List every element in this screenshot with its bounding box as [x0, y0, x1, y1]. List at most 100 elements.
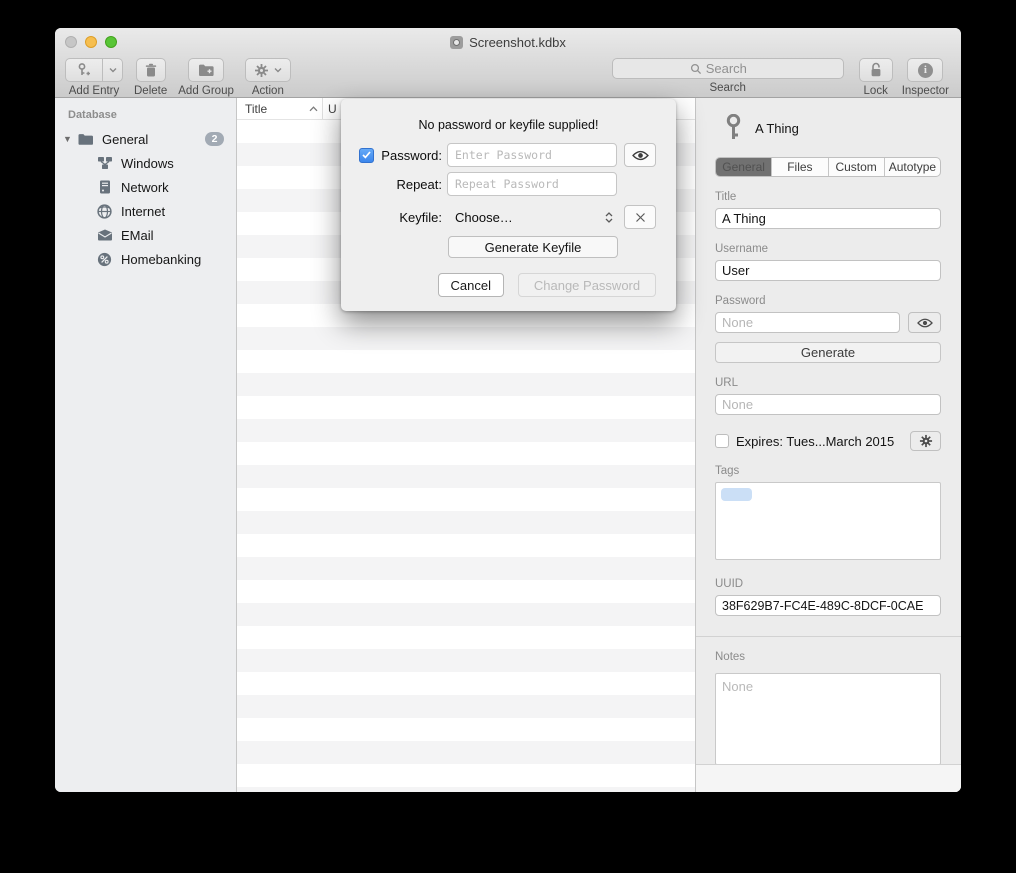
toolbar-item-add-group: Add Group	[178, 58, 234, 97]
keyfile-row: Keyfile: Choose…	[341, 205, 676, 229]
tags-label: Tags	[715, 465, 941, 477]
expires-label: Expires: Tues...March 2015	[736, 434, 894, 449]
change-password-sheet: No password or keyfile supplied! Passwor…	[341, 99, 676, 311]
window-chrome: Screenshot.kdbx	[55, 28, 961, 98]
username-label: Username	[715, 243, 941, 255]
delete-label: Delete	[134, 85, 167, 97]
reveal-password-button[interactable]	[624, 143, 656, 167]
title-field[interactable]	[715, 208, 941, 229]
password-field[interactable]	[715, 312, 900, 333]
windows-network-icon	[96, 155, 113, 172]
sidebar-section-header: Database	[55, 107, 236, 127]
notes-label: Notes	[715, 651, 941, 663]
expires-checkbox[interactable]	[715, 434, 729, 448]
cancel-button[interactable]: Cancel	[438, 273, 504, 297]
generate-password-button[interactable]: Generate	[715, 342, 941, 363]
dialog-message: No password or keyfile supplied!	[341, 99, 676, 132]
entry-count-badge: 2	[205, 132, 224, 146]
inspector-button[interactable]: i	[907, 58, 943, 82]
folder-icon	[77, 131, 94, 148]
entry-title: A Thing	[755, 121, 799, 136]
percent-circle-icon	[96, 251, 113, 268]
url-label: URL	[715, 377, 941, 389]
add-entry-button[interactable]	[65, 58, 103, 82]
chevron-down-icon	[109, 67, 117, 73]
change-password-button[interactable]: Change Password	[518, 273, 656, 297]
key-icon	[725, 114, 742, 142]
title-label: Title	[715, 191, 941, 203]
password-label: Password:	[375, 148, 447, 163]
reveal-password-button[interactable]	[908, 312, 941, 333]
chevron-down-icon	[274, 67, 282, 73]
password-label: Password	[715, 295, 941, 307]
sidebar-item-label: Windows	[121, 156, 174, 171]
lock-button[interactable]	[859, 58, 893, 82]
dialog-actions: Cancel Change Password	[341, 273, 676, 297]
keyfile-value: Choose…	[455, 210, 605, 225]
window-title-area: Screenshot.kdbx	[55, 28, 961, 56]
repeat-password-field[interactable]	[447, 172, 617, 196]
url-field[interactable]	[715, 394, 941, 415]
column-header-title[interactable]: Title	[237, 98, 323, 119]
sidebar-item-general[interactable]: ▼ General 2	[55, 127, 236, 151]
sidebar-item-homebanking[interactable]: Homebanking	[55, 247, 236, 271]
enter-password-field[interactable]	[447, 143, 617, 167]
add-entry-dropdown[interactable]	[103, 58, 123, 82]
toolbar: Add Entry Delete	[55, 56, 961, 98]
window-title: Screenshot.kdbx	[469, 35, 566, 50]
server-icon	[96, 179, 113, 196]
disclosure-triangle-icon[interactable]: ▼	[63, 134, 77, 144]
sort-ascending-icon	[309, 106, 318, 112]
inspector-header: A Thing	[725, 114, 941, 142]
add-entry-label: Add Entry	[69, 85, 120, 97]
sidebar-item-network[interactable]: Network	[55, 175, 236, 199]
key-plus-icon	[76, 62, 92, 78]
action-button[interactable]	[245, 58, 291, 82]
toolbar-item-action: Action	[245, 58, 291, 97]
keyfile-popup[interactable]: Choose…	[447, 210, 617, 225]
repeat-row: Repeat:	[341, 172, 676, 196]
titlebar: Screenshot.kdbx	[55, 28, 961, 56]
tab-files[interactable]: Files	[771, 158, 827, 176]
eye-icon	[917, 318, 933, 328]
tab-custom[interactable]: Custom	[828, 158, 884, 176]
envelope-icon	[96, 227, 113, 244]
notes-field[interactable]	[715, 673, 941, 765]
generate-keyfile-button[interactable]: Generate Keyfile	[448, 236, 618, 258]
sidebar-item-windows[interactable]: Windows	[55, 151, 236, 175]
stepper-icon	[605, 212, 613, 223]
sidebar-item-label: Homebanking	[121, 252, 201, 267]
sidebar-item-email[interactable]: EMail	[55, 223, 236, 247]
keyfile-label: Keyfile:	[375, 210, 447, 225]
expires-settings-button[interactable]	[910, 431, 941, 451]
inspector-panel: A Thing General Files Custom Autotype Ti…	[695, 98, 961, 792]
section-divider	[696, 636, 961, 637]
sidebar-item-internet[interactable]: Internet	[55, 199, 236, 223]
tags-field[interactable]	[715, 482, 941, 560]
username-field[interactable]	[715, 260, 941, 281]
app-window: Screenshot.kdbx	[55, 28, 961, 792]
globe-icon	[96, 203, 113, 220]
sidebar-item-label: General	[102, 132, 148, 147]
column-header-username[interactable]: U	[323, 102, 337, 116]
toolbar-right: Search Lock i Inspector	[612, 58, 949, 97]
action-label: Action	[252, 85, 284, 97]
check-icon	[362, 151, 371, 159]
close-x-icon	[635, 212, 646, 223]
search-input[interactable]	[706, 61, 766, 76]
eye-icon	[632, 150, 649, 161]
password-checkbox[interactable]	[359, 148, 374, 163]
add-group-button[interactable]	[188, 58, 224, 82]
folder-plus-icon	[198, 63, 215, 77]
gear-icon	[254, 63, 269, 78]
sidebar-item-label: Internet	[121, 204, 165, 219]
gear-icon	[919, 434, 933, 448]
uuid-field[interactable]	[715, 595, 941, 616]
clear-keyfile-button[interactable]	[624, 205, 656, 229]
tag-token[interactable]	[721, 488, 752, 501]
tab-general[interactable]: General	[716, 158, 771, 176]
delete-button[interactable]	[136, 58, 166, 82]
content-area: Database ▼ General 2 Win	[55, 98, 961, 792]
tab-autotype[interactable]: Autotype	[884, 158, 940, 176]
search-label: Search	[709, 82, 745, 94]
